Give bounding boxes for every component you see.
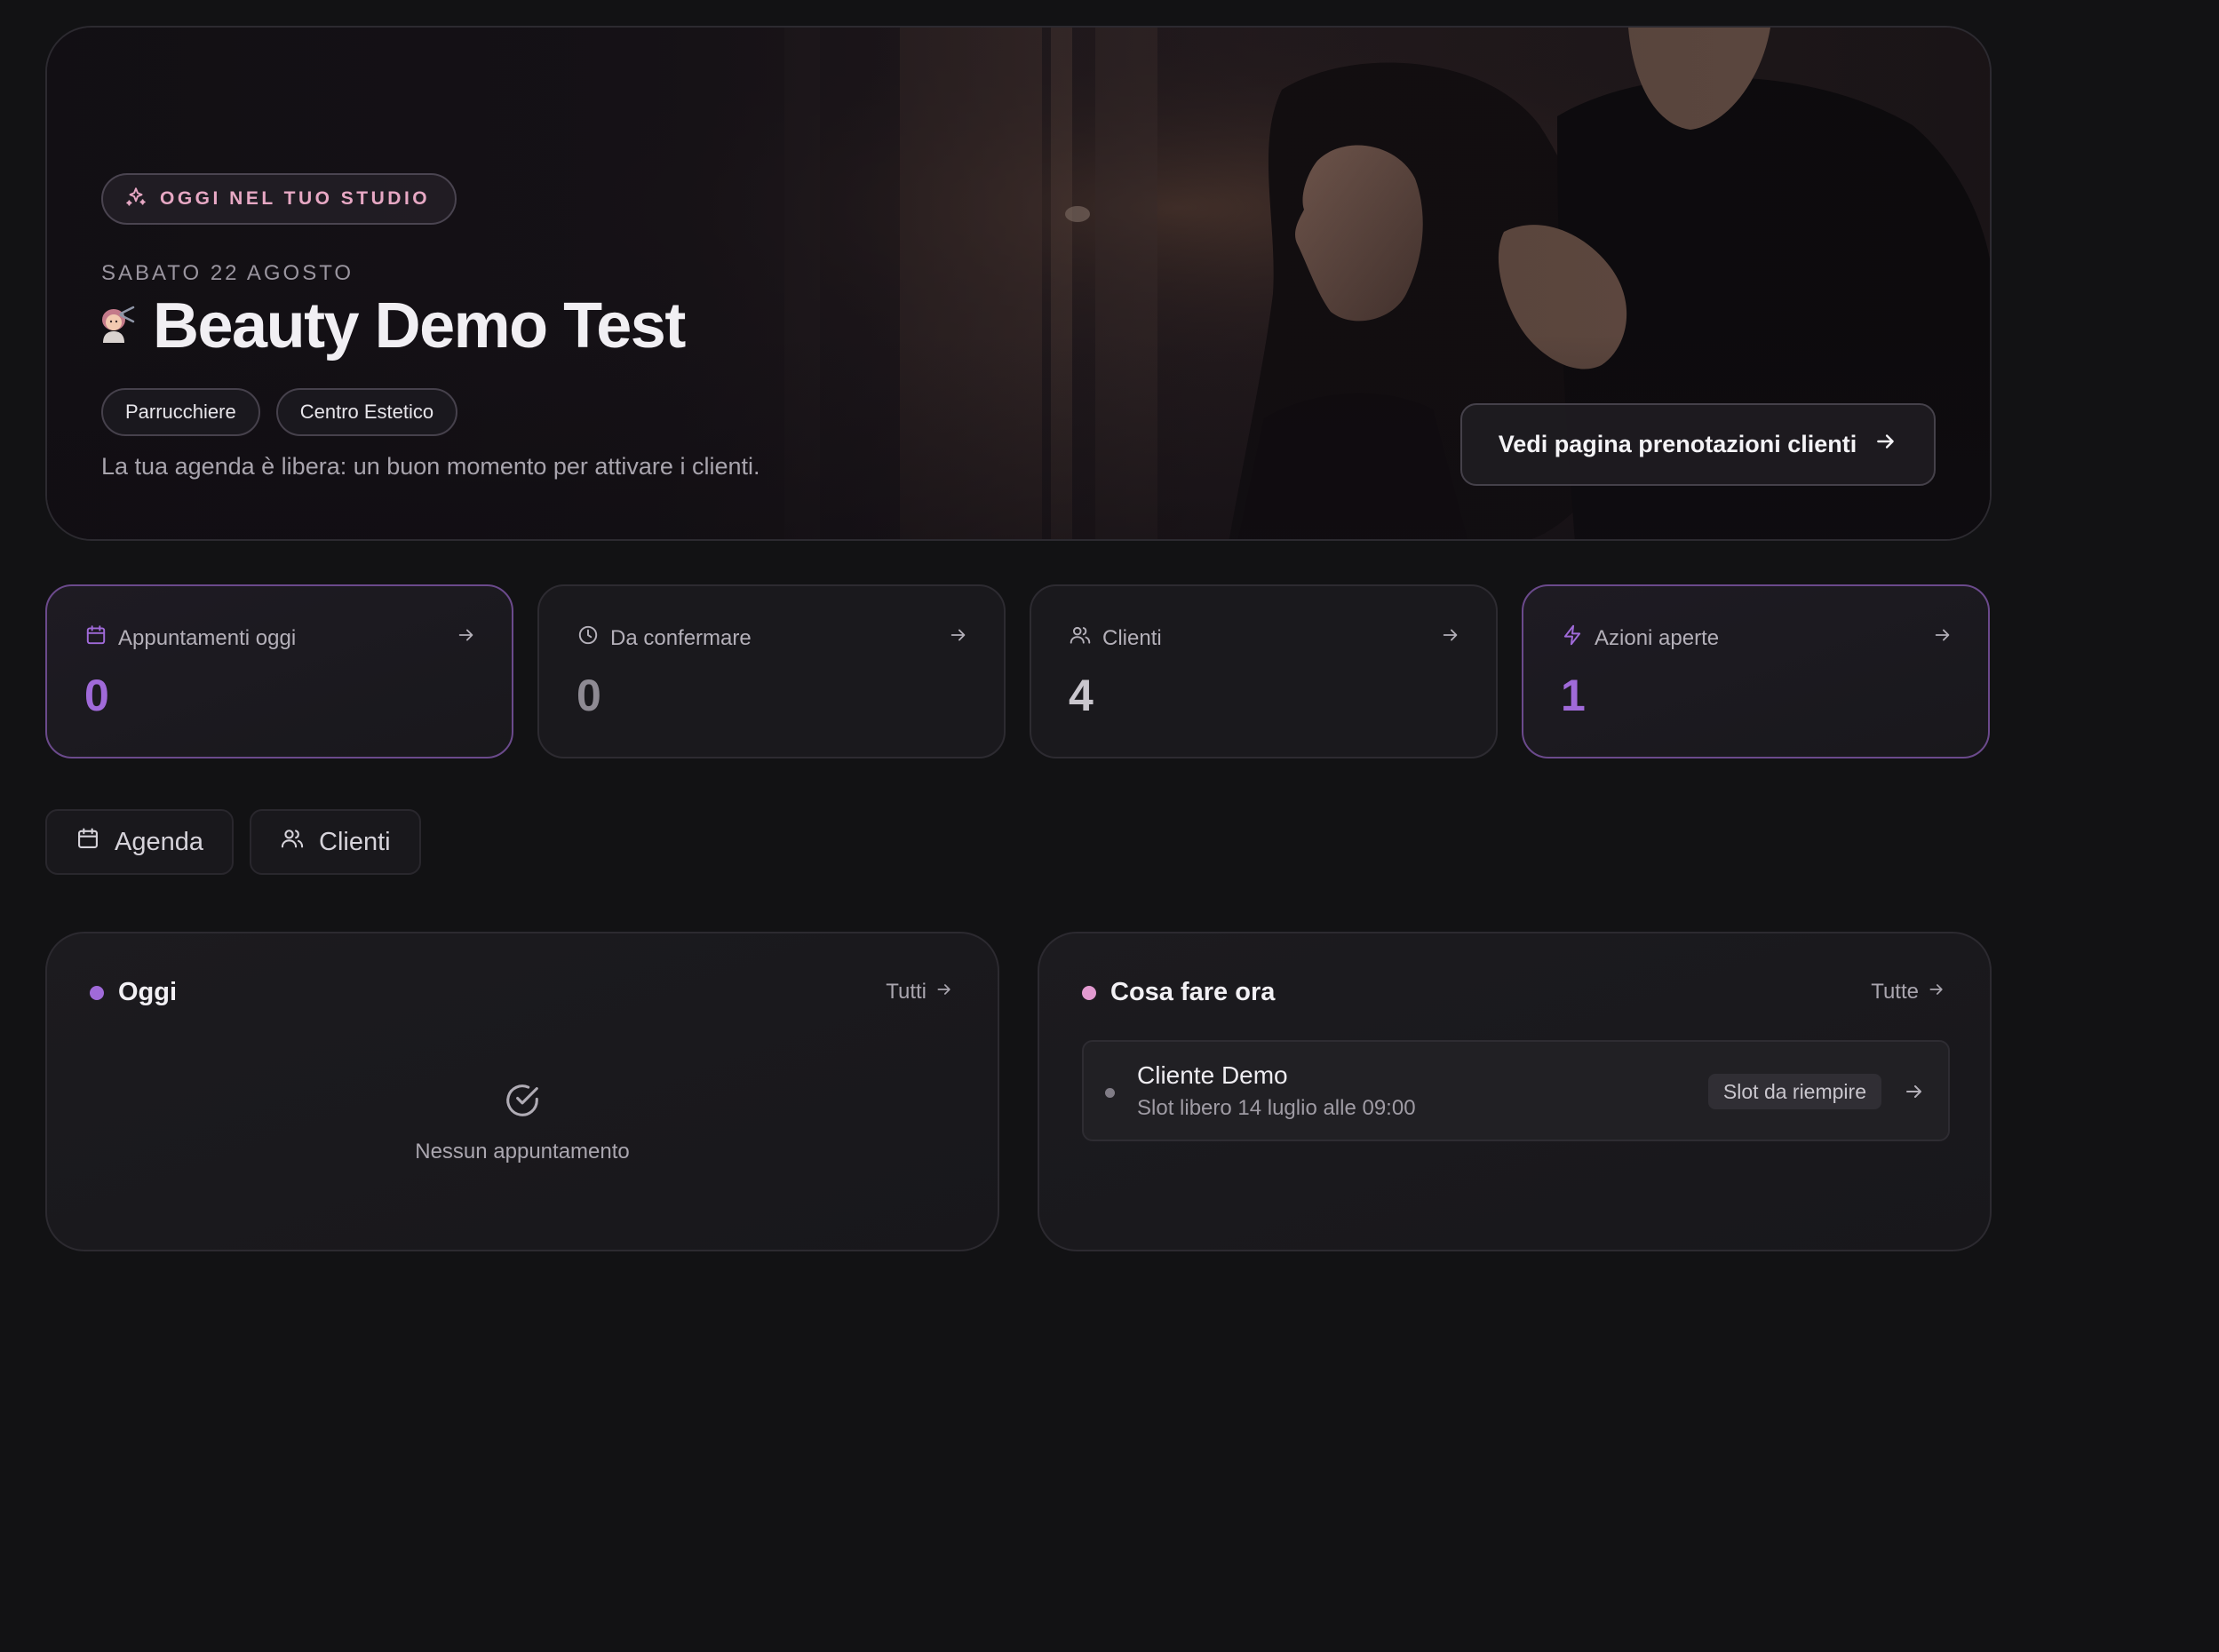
arrow-right-icon [949,625,968,649]
today-panel-title: Oggi [118,978,178,1006]
tag-centro-estetico: Centro Estetico [275,388,458,436]
stat-value: 0 [84,671,109,720]
hairdresser-emoji-icon [96,304,137,349]
arrow-right-icon [935,980,953,1005]
check-circle-icon [502,1080,543,1125]
todo-see-all-link[interactable]: Tutte [1871,980,1945,1005]
client-booking-page-label: Vedi pagina prenotazioni clienti [1498,431,1857,457]
client-booking-page-button[interactable]: Vedi pagina prenotazioni clienti [1460,403,1936,486]
arrow-right-icon [1933,625,1953,649]
stat-head: Appuntamenti oggi [84,623,296,653]
page-title: Beauty Demo Test [153,290,686,361]
stat-head: Clienti [1069,623,1162,653]
users-icon [280,826,305,858]
agenda-button-label: Agenda [115,827,203,856]
arrow-right-icon [1928,980,1945,1005]
arrow-right-icon [457,625,476,649]
today-panel-header: Oggi [90,978,177,1007]
todo-item[interactable]: Cliente Demo Slot libero 14 luglio alle … [1082,1040,1950,1141]
clienti-button[interactable]: Clienti [250,809,421,875]
users-icon [1069,623,1092,653]
current-date: SABATO 22 AGOSTO [101,261,354,285]
todo-panel-title: Cosa fare ora [1110,978,1276,1006]
stats-row: Appuntamenti oggi 0 Da confermare 0 Clie… [45,584,1992,758]
business-tags: Parrucchiere Centro Estetico [101,388,458,436]
arrow-right-icon [1874,430,1897,459]
empty-state: Nessun appuntamento [47,1080,998,1164]
title-row: Beauty Demo Test [96,290,686,362]
agenda-button[interactable]: Agenda [45,809,234,875]
stat-label: Azioni aperte [1595,625,1720,650]
stat-value: 4 [1069,671,1094,720]
clock-icon [577,623,600,653]
tag-parrucchiere: Parrucchiere [101,388,260,436]
stat-value: 0 [577,671,601,720]
stat-card-da-confermare[interactable]: Da confermare 0 [537,584,1006,758]
empty-state-text: Nessun appuntamento [415,1140,630,1164]
studio-badge-label: OGGI NEL TUO STUDIO [160,188,431,209]
stat-head: Da confermare [577,623,752,653]
studio-badge: OGGI NEL TUO STUDIO [101,173,457,225]
stat-value: 1 [1561,671,1586,720]
todo-panel: Cosa fare ora Tutte Cliente Demo Slot li… [1038,932,1992,1251]
stat-label: Appuntamenti oggi [118,625,297,650]
clienti-button-label: Clienti [319,827,391,856]
stat-label: Da confermare [610,625,752,650]
lightning-icon [1561,623,1584,653]
see-all-label: Tutte [1871,980,1919,1004]
sparkles-icon [124,186,147,213]
see-all-label: Tutti [886,980,927,1004]
todo-item-subtitle: Slot libero 14 luglio alle 09:00 [1137,1096,1416,1120]
hero-description: La tua agenda è libera: un buon momento … [101,453,760,480]
stat-head: Azioni aperte [1561,623,1719,653]
today-see-all-link[interactable]: Tutti [886,980,953,1005]
arrow-right-icon [1904,1081,1925,1107]
arrow-right-icon [1441,625,1460,649]
stat-label: Clienti [1102,625,1162,650]
stat-card-azioni-aperte[interactable]: Azioni aperte 1 [1522,584,1990,758]
quick-links: Agenda Clienti [45,809,421,875]
todo-item-badge: Slot da riempire [1707,1074,1881,1109]
today-panel: Oggi Tutti Nessun appuntamento [45,932,999,1251]
bullet-icon [1105,1088,1115,1098]
stat-card-clienti[interactable]: Clienti 4 [1030,584,1498,758]
calendar-icon [84,623,107,653]
status-dot [1082,985,1096,1000]
calendar-icon [76,826,100,858]
stat-card-appuntamenti-oggi[interactable]: Appuntamenti oggi 0 [45,584,513,758]
todo-item-name: Cliente Demo [1137,1061,1288,1089]
status-dot [90,985,104,1000]
todo-panel-header: Cosa fare ora [1082,978,1275,1007]
